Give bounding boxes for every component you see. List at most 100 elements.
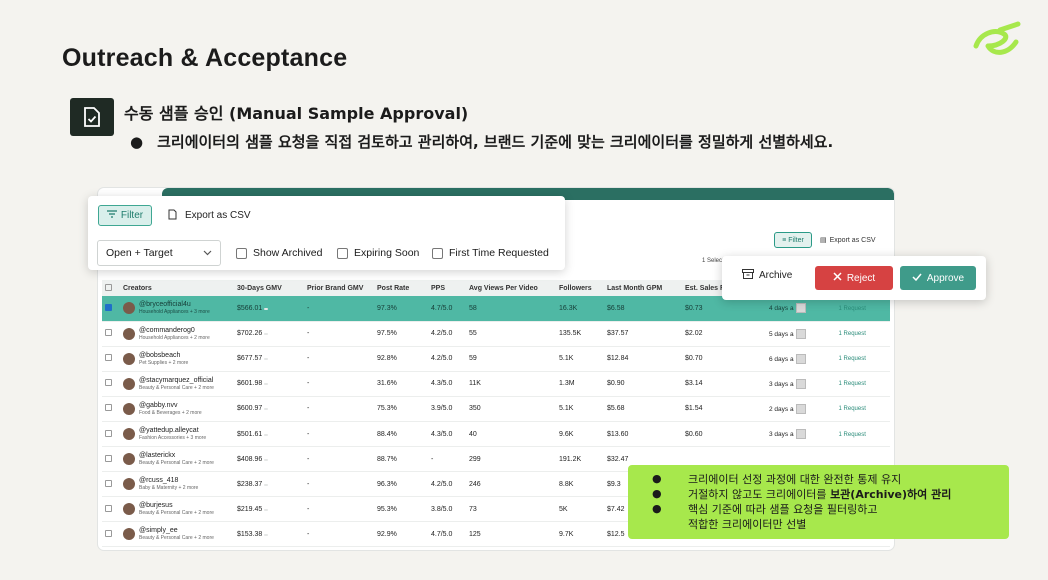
thumbnail-icon [795,328,806,339]
row-checkbox[interactable] [105,379,112,387]
creator-cell[interactable]: @stacymarquez_official Beauty & Personal … [120,371,234,397]
sales-cell: $2.02 [682,321,766,347]
row-checkbox[interactable] [105,429,112,437]
creator-handle[interactable]: @lasterickx [139,452,214,460]
request-link[interactable]: 1 Request [839,306,866,312]
request-cell: 1 Request [835,396,890,422]
row-checkbox[interactable] [105,329,112,337]
post-rate-cell: 75.3% [374,396,428,422]
avg-views-cell: 40 [466,421,556,448]
row-checkbox-cell [102,521,120,548]
col-prior-gmv[interactable]: Prior Brand GMV [304,280,374,296]
creator-handle[interactable]: @yattedup.alleycat [139,427,206,435]
checkbox-box[interactable] [432,247,443,259]
row-checkbox-cell [102,346,120,372]
creator-cell[interactable]: @burjesus Beauty & Personal Care + 2 more [120,496,234,523]
show-archived-checkbox[interactable]: Show Archived [236,247,322,259]
first-time-requested-checkbox[interactable]: First Time Requested [432,247,549,259]
creator-handle[interactable]: @burjesus [139,502,214,510]
avg-views-cell: 58 [466,296,556,322]
table-row[interactable]: @gabby.nvv Food & Beverages + 2 more $600.… [102,396,890,422]
col-gmv[interactable]: 30-Days GMV [234,280,304,296]
col-gpm[interactable]: Last Month GPM [604,280,682,296]
pps-cell: 4.2/5.0 [428,321,466,347]
pps-cell: 4.3/5.0 [428,421,466,448]
archive-icon [742,269,754,282]
request-link[interactable]: 1 Request [839,331,866,337]
gmv-value: $238.37 [237,480,263,488]
reject-label: Reject [846,272,876,284]
creator-cell[interactable]: @bryceofficial4u Household Appliances + 3… [120,296,234,322]
checkbox-box[interactable] [236,247,247,259]
avatar [123,453,135,466]
avatar [123,428,135,441]
gmv-value: $153.38 [237,530,263,538]
creator-info: @simply_ee Beauty & Personal Care + 2 mor… [139,527,214,541]
creator: @simply_ee Beauty & Personal Care + 2 mor… [123,527,231,541]
gmv-cell: $153.38 [234,521,304,548]
checkbox-box[interactable] [337,247,348,259]
section-bullet-text: 크리에이터의 샘플 요청을 직접 검토하고 관리하여, 브랜드 기준에 맞는 크… [157,133,834,151]
creator-info: @bryceofficial4u Household Appliances + 3… [139,301,210,315]
creator-handle[interactable]: @commanderog0 [139,327,210,335]
table-row[interactable]: @stacymarquez_official Beauty & Personal … [102,371,890,397]
export-csv-button[interactable]: Export as CSV [168,205,251,226]
select-all-checkbox[interactable] [105,283,112,291]
mini-filter-button[interactable]: ≡ Filter [774,232,812,248]
creator-cell[interactable]: @lasterickx Beauty & Personal Care + 2 mo… [120,446,234,473]
creator-handle[interactable]: @gabby.nvv [139,402,202,410]
followers-cell: 16.3K [556,296,604,322]
callout-text: 거절하지 않고도 크리에이터를 보관(Archive)하여 관리 [688,486,951,502]
archive-button[interactable]: Archive [742,269,792,282]
col-post-rate[interactable]: Post Rate [374,280,428,296]
creator-handle[interactable]: @bryceofficial4u [139,301,210,309]
creator-cell[interactable]: @commanderog0 Household Appliances + 2 mo… [120,321,234,347]
mini-export-button[interactable]: ▤ Export as CSV [820,232,884,248]
creator-handle[interactable]: @bobsbeach [139,352,188,360]
creator-cell[interactable]: @gabby.nvv Food & Beverages + 2 more [120,396,234,422]
creator-cell[interactable]: @simply_ee Beauty & Personal Care + 2 mor… [120,521,234,548]
row-checkbox[interactable] [105,504,112,512]
table-row[interactable]: @yattedup.alleycat Fashion Accessories + … [102,421,890,448]
creator-cell[interactable]: @rcuss_418 Baby & Maternity + 2 more [120,471,234,498]
request-link[interactable]: 1 Request [839,381,866,387]
row-checkbox[interactable] [105,479,112,487]
status-dropdown[interactable]: Open + Target [97,240,221,266]
row-checkbox[interactable] [105,404,112,412]
creator: @lasterickx Beauty & Personal Care + 2 mo… [123,452,231,466]
creator-handle[interactable]: @simply_ee [139,527,214,535]
avg-views-cell: 125 [466,521,556,548]
request-link[interactable]: 1 Request [839,356,866,362]
pps-cell: 4.7/5.0 [428,296,466,322]
request-link[interactable]: 1 Request [839,406,866,412]
gmv-badge [264,533,269,536]
table-row[interactable]: @bobsbeach Pet Supplies + 2 more $677.57 -9… [102,346,890,372]
gmv-cell: $408.96 [234,446,304,473]
creator-handle[interactable]: @rcuss_418 [139,477,198,485]
approve-button[interactable]: Approve [900,266,976,290]
prior-gmv-cell: - [304,321,374,347]
creator-handle[interactable]: @stacymarquez_official [139,377,214,385]
table-row[interactable]: @commanderog0 Household Appliances + 2 mo… [102,321,890,347]
pps-cell: 3.8/5.0 [428,496,466,523]
row-checkbox[interactable] [105,303,112,311]
filter-button[interactable]: Filter [98,205,152,226]
row-checkbox[interactable] [105,529,112,537]
col-creators[interactable]: Creators [120,280,234,296]
col-avg-views[interactable]: Avg Views Per Video [466,280,556,296]
days-ago: 3 days a [769,430,794,438]
row-checkbox[interactable] [105,454,112,462]
col-followers[interactable]: Followers [556,280,604,296]
filter-icon: ≡ [782,236,787,244]
gmv-value: $601.98 [237,380,263,388]
creator-cell[interactable]: @bobsbeach Pet Supplies + 2 more [120,346,234,372]
gpm-cell: $37.57 [604,321,682,347]
row-checkbox[interactable] [105,354,112,362]
creator-cell[interactable]: @yattedup.alleycat Fashion Accessories + … [120,421,234,448]
col-pps[interactable]: PPS [428,280,466,296]
expiring-soon-checkbox[interactable]: Expiring Soon [337,247,419,259]
request-link[interactable]: 1 Request [839,432,866,438]
thumbnail-icon [795,429,806,440]
document-icon: ▤ [820,237,827,244]
reject-button[interactable]: Reject [815,266,893,290]
